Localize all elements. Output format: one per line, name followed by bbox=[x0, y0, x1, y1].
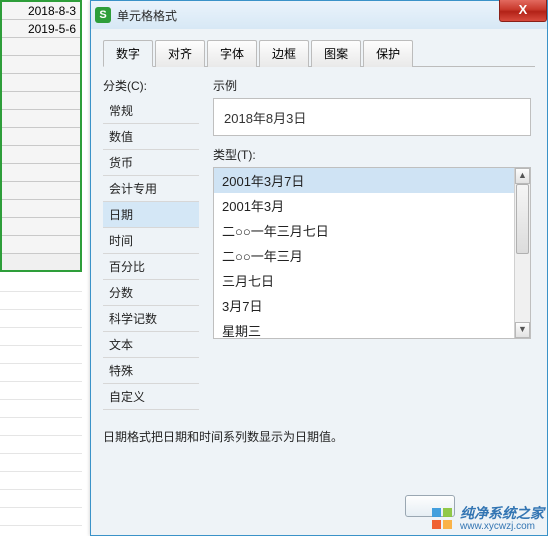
app-icon: S bbox=[95, 7, 111, 23]
spreadsheet-selection[interactable]: 2018-8-3 2019-5-6 bbox=[0, 0, 82, 272]
category-item-date[interactable]: 日期 bbox=[103, 202, 199, 228]
cell[interactable] bbox=[2, 200, 80, 218]
scroll-track[interactable] bbox=[515, 184, 530, 322]
type-item[interactable]: 3月7日 bbox=[214, 293, 514, 318]
category-list[interactable]: 常规 数值 货币 会计专用 日期 时间 百分比 分数 科学记数 文本 特殊 自定… bbox=[103, 98, 199, 410]
sample-label: 示例 bbox=[213, 77, 531, 94]
category-item-general[interactable]: 常规 bbox=[103, 98, 199, 124]
category-item-scientific[interactable]: 科学记数 bbox=[103, 306, 199, 332]
tab-alignment[interactable]: 对齐 bbox=[155, 40, 205, 67]
category-item-special[interactable]: 特殊 bbox=[103, 358, 199, 384]
tab-font[interactable]: 字体 bbox=[207, 40, 257, 67]
type-list-scrollbar[interactable]: ▲ ▼ bbox=[514, 168, 530, 338]
category-item-currency[interactable]: 货币 bbox=[103, 150, 199, 176]
watermark-name: 纯净系统之家 bbox=[460, 506, 544, 521]
scroll-up-icon[interactable]: ▲ bbox=[515, 168, 530, 184]
format-cells-dialog: S 单元格格式 X 数字 对齐 字体 边框 图案 保护 分类(C): 常规 数值… bbox=[90, 0, 548, 536]
watermark: 纯净系统之家 www.xycwzj.com bbox=[432, 506, 544, 532]
tab-strip: 数字 对齐 字体 边框 图案 保护 bbox=[103, 39, 535, 67]
type-item[interactable]: 2001年3月7日 bbox=[214, 168, 514, 193]
sample-value: 2018年8月3日 bbox=[213, 98, 531, 136]
cell[interactable] bbox=[2, 164, 80, 182]
type-item[interactable]: 二○○一年三月 bbox=[214, 243, 514, 268]
dialog-title: 单元格格式 bbox=[117, 7, 177, 24]
cell[interactable] bbox=[2, 146, 80, 164]
cell[interactable] bbox=[2, 38, 80, 56]
cell[interactable] bbox=[2, 92, 80, 110]
type-item[interactable]: 星期三 bbox=[214, 318, 514, 339]
tab-border[interactable]: 边框 bbox=[259, 40, 309, 67]
category-item-time[interactable]: 时间 bbox=[103, 228, 199, 254]
cell[interactable] bbox=[2, 74, 80, 92]
category-item-custom[interactable]: 自定义 bbox=[103, 384, 199, 410]
scroll-down-icon[interactable]: ▼ bbox=[515, 322, 530, 338]
spreadsheet-area[interactable] bbox=[0, 274, 82, 536]
cell[interactable] bbox=[2, 182, 80, 200]
type-item[interactable]: 三月七日 bbox=[214, 268, 514, 293]
close-button[interactable]: X bbox=[499, 0, 547, 22]
type-item[interactable]: 二○○一年三月七日 bbox=[214, 218, 514, 243]
type-list[interactable]: 2001年3月7日 2001年3月 二○○一年三月七日 二○○一年三月 三月七日… bbox=[213, 167, 531, 339]
category-label: 分类(C): bbox=[103, 77, 199, 94]
cell[interactable] bbox=[2, 128, 80, 146]
type-label: 类型(T): bbox=[213, 146, 531, 163]
tab-number[interactable]: 数字 bbox=[103, 40, 153, 67]
tab-pattern[interactable]: 图案 bbox=[311, 40, 361, 67]
type-item[interactable]: 2001年3月 bbox=[214, 193, 514, 218]
scroll-thumb[interactable] bbox=[516, 184, 529, 254]
category-item-text[interactable]: 文本 bbox=[103, 332, 199, 358]
watermark-url: www.xycwzj.com bbox=[460, 521, 544, 532]
cell[interactable] bbox=[2, 56, 80, 74]
category-item-fraction[interactable]: 分数 bbox=[103, 280, 199, 306]
category-item-number[interactable]: 数值 bbox=[103, 124, 199, 150]
tab-protection[interactable]: 保护 bbox=[363, 40, 413, 67]
cell[interactable] bbox=[2, 218, 80, 236]
format-description: 日期格式把日期和时间系列数显示为日期值。 bbox=[103, 428, 535, 445]
cell[interactable] bbox=[2, 236, 80, 254]
cell[interactable]: 2019-5-6 bbox=[2, 20, 80, 38]
titlebar[interactable]: S 单元格格式 X bbox=[91, 1, 547, 29]
cell[interactable] bbox=[2, 110, 80, 128]
category-item-percentage[interactable]: 百分比 bbox=[103, 254, 199, 280]
cell[interactable]: 2018-8-3 bbox=[2, 2, 80, 20]
watermark-logo-icon bbox=[432, 508, 454, 530]
category-item-accounting[interactable]: 会计专用 bbox=[103, 176, 199, 202]
